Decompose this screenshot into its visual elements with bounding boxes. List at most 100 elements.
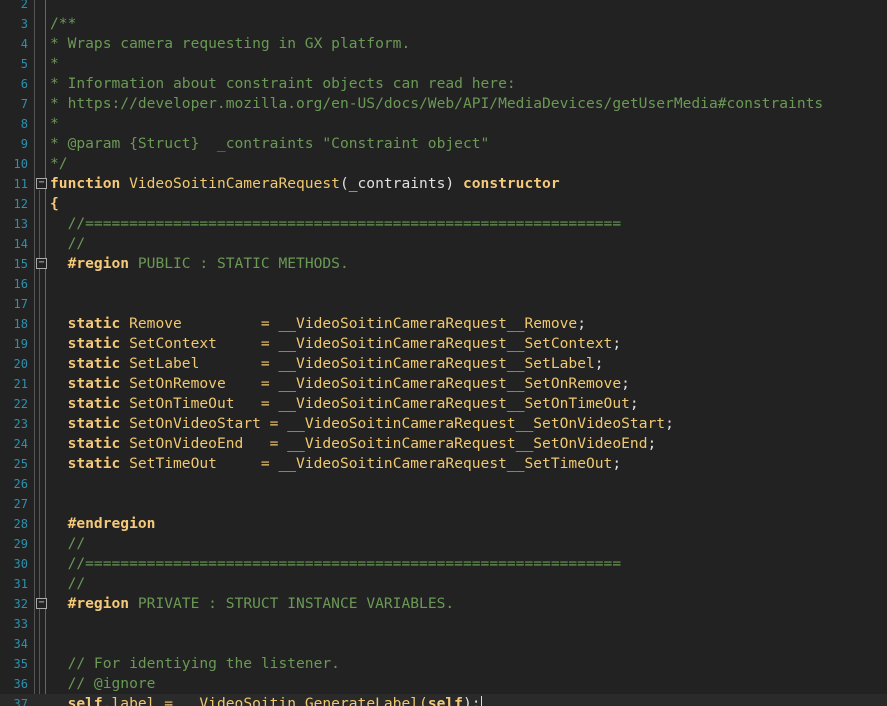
- code-text: static SetLabel = __VideoSoitinCameraReq…: [50, 354, 604, 374]
- code-line[interactable]: 29 //: [0, 534, 887, 554]
- code-line[interactable]: 11− function VideoSoitinCameraRequest(_co…: [0, 174, 887, 194]
- minus-box-icon[interactable]: −: [36, 598, 47, 609]
- code-line[interactable]: 17: [0, 294, 887, 314]
- code-text: #region PRIVATE : STRUCT INSTANCE VARIAB…: [50, 594, 455, 614]
- code-line[interactable]: 32− #region PRIVATE : STRUCT INSTANCE VA…: [0, 594, 887, 614]
- code-line[interactable]: 5 *: [0, 54, 887, 74]
- code-line[interactable]: 8 *: [0, 114, 887, 134]
- line-number: 7: [20, 97, 28, 111]
- code-line[interactable]: 4 * Wraps camera requesting in GX platfor…: [0, 34, 887, 54]
- line-number: 16: [13, 277, 28, 291]
- code-line[interactable]: 10 */: [0, 154, 887, 174]
- code-token: //: [67, 575, 86, 592]
- code-token: //: [67, 235, 86, 252]
- code-text: static SetTimeOut = __VideoSoitinCameraR…: [50, 454, 622, 474]
- code-text: {: [50, 194, 59, 214]
- code-line[interactable]: 25 static SetTimeOut = __VideoSoitinCame…: [0, 454, 887, 474]
- code-token: self: [67, 695, 103, 706]
- code-token: __VideoSoitinCameraRequest__SetTimeOut: [278, 455, 613, 472]
- code-line[interactable]: 12 {: [0, 194, 887, 214]
- code-line[interactable]: 21 static SetOnRemove = __VideoSoitinCam…: [0, 374, 887, 394]
- code-line[interactable]: 37 self.label = __VideoSoitin_GenerateLa…: [0, 694, 887, 706]
- code-token: PUBLIC : STATIC METHODS.: [129, 255, 349, 272]
- code-line[interactable]: 36 // @ignore: [0, 674, 887, 694]
- code-token: VideoSoitinCameraRequest: [129, 175, 340, 192]
- code-token: ;: [612, 455, 622, 472]
- code-token: static: [67, 455, 130, 472]
- code-line[interactable]: 18 static Remove = __VideoSoitinCameraRe…: [0, 314, 887, 334]
- code-token: *: [50, 115, 59, 132]
- code-line[interactable]: 26: [0, 474, 887, 494]
- code-token: __VideoSoitinCameraRequest__SetOnVideoEn…: [287, 435, 648, 452]
- code-token: *: [50, 55, 59, 72]
- code-token: ;: [665, 415, 674, 432]
- code-token: Remove =: [129, 315, 279, 332]
- code-line[interactable]: 30 //===================================…: [0, 554, 887, 574]
- code-text: function VideoSoitinCameraRequest(_contr…: [50, 174, 560, 194]
- code-line[interactable]: 33: [0, 614, 887, 634]
- code-line[interactable]: 20 static SetLabel = __VideoSoitinCamera…: [0, 354, 887, 374]
- minus-box-icon[interactable]: −: [36, 178, 47, 189]
- code-line[interactable]: 27: [0, 494, 887, 514]
- code-line[interactable]: 16: [0, 274, 887, 294]
- code-editor[interactable]: 2 3/** 4 * Wraps camera requesting in GX pl…: [0, 0, 887, 706]
- line-number: 32: [13, 597, 28, 611]
- code-line[interactable]: 19 static SetContext = __VideoSoitinCame…: [0, 334, 887, 354]
- code-line[interactable]: 35 // For identiying the listener.: [0, 654, 887, 674]
- code-token: __VideoSoitinCameraRequest__SetLabel: [278, 355, 595, 372]
- code-token: (_contraints): [339, 175, 463, 192]
- code-line[interactable]: 6 * Information about constraint objects …: [0, 74, 887, 94]
- code-line[interactable]: 7 * https://developer.mozilla.org/en-US/d…: [0, 94, 887, 114]
- code-text: *: [50, 114, 59, 134]
- code-token: {: [50, 195, 59, 212]
- code-line[interactable]: 9 * @param {Struct} _contraints "Constrai…: [0, 134, 887, 154]
- minus-box-icon[interactable]: −: [36, 258, 47, 269]
- code-text: self.label = __VideoSoitin_GenerateLabel…: [50, 694, 482, 706]
- code-line[interactable]: 13 //===================================…: [0, 214, 887, 234]
- code-token: SetOnVideoStart =: [129, 415, 288, 432]
- code-token: * https://developer.mozilla.org/en-US/do…: [50, 95, 824, 112]
- code-token: ;: [594, 355, 604, 372]
- code-token: #region: [67, 595, 130, 612]
- code-token: __VideoSoitinCameraRequest__Remove: [278, 315, 578, 332]
- line-number: 10: [13, 157, 28, 171]
- code-token: // For identiying the listener.: [67, 655, 340, 672]
- code-line[interactable]: 24 static SetOnVideoEnd = __VideoSoitinC…: [0, 434, 887, 454]
- code-token: * @param {Struct} _contraints "Constrain…: [50, 135, 490, 152]
- code-text: static SetOnRemove = __VideoSoitinCamera…: [50, 374, 630, 394]
- code-token: static: [67, 375, 130, 392]
- code-token: ;: [612, 335, 622, 352]
- code-line[interactable]: 23 static SetOnVideoStart = __VideoSoiti…: [0, 414, 887, 434]
- line-number: 37: [13, 697, 28, 706]
- code-line[interactable]: 3 /**: [0, 14, 887, 34]
- code-text: [50, 494, 68, 514]
- line-number: 35: [13, 657, 28, 671]
- code-line[interactable]: 34: [0, 634, 887, 654]
- code-token: #region: [67, 255, 130, 272]
- code-token: * Wraps camera requesting in GX platform…: [50, 35, 411, 52]
- code-token: */: [50, 155, 68, 172]
- code-text: #endregion: [50, 514, 156, 534]
- code-text: // For identiying the listener.: [50, 654, 340, 674]
- code-line[interactable]: 28 #endregion: [0, 514, 887, 534]
- line-number: 14: [13, 237, 28, 251]
- code-text: static SetOnVideoStart = __VideoSoitinCa…: [50, 414, 674, 434]
- line-number: 26: [13, 477, 28, 491]
- code-token: //======================================…: [67, 555, 622, 572]
- code-line[interactable]: 15− #region PUBLIC : STATIC METHODS.: [0, 254, 887, 274]
- code-text: * @param {Struct} _contraints "Constrain…: [50, 134, 489, 154]
- code-line[interactable]: 22 static SetOnTimeOut = __VideoSoitinCa…: [0, 394, 887, 414]
- code-line[interactable]: 14 //: [0, 234, 887, 254]
- code-line[interactable]: 2: [0, 0, 887, 14]
- code-line[interactable]: 31 //: [0, 574, 887, 594]
- code-token: PRIVATE : STRUCT INSTANCE VARIABLES.: [129, 595, 455, 612]
